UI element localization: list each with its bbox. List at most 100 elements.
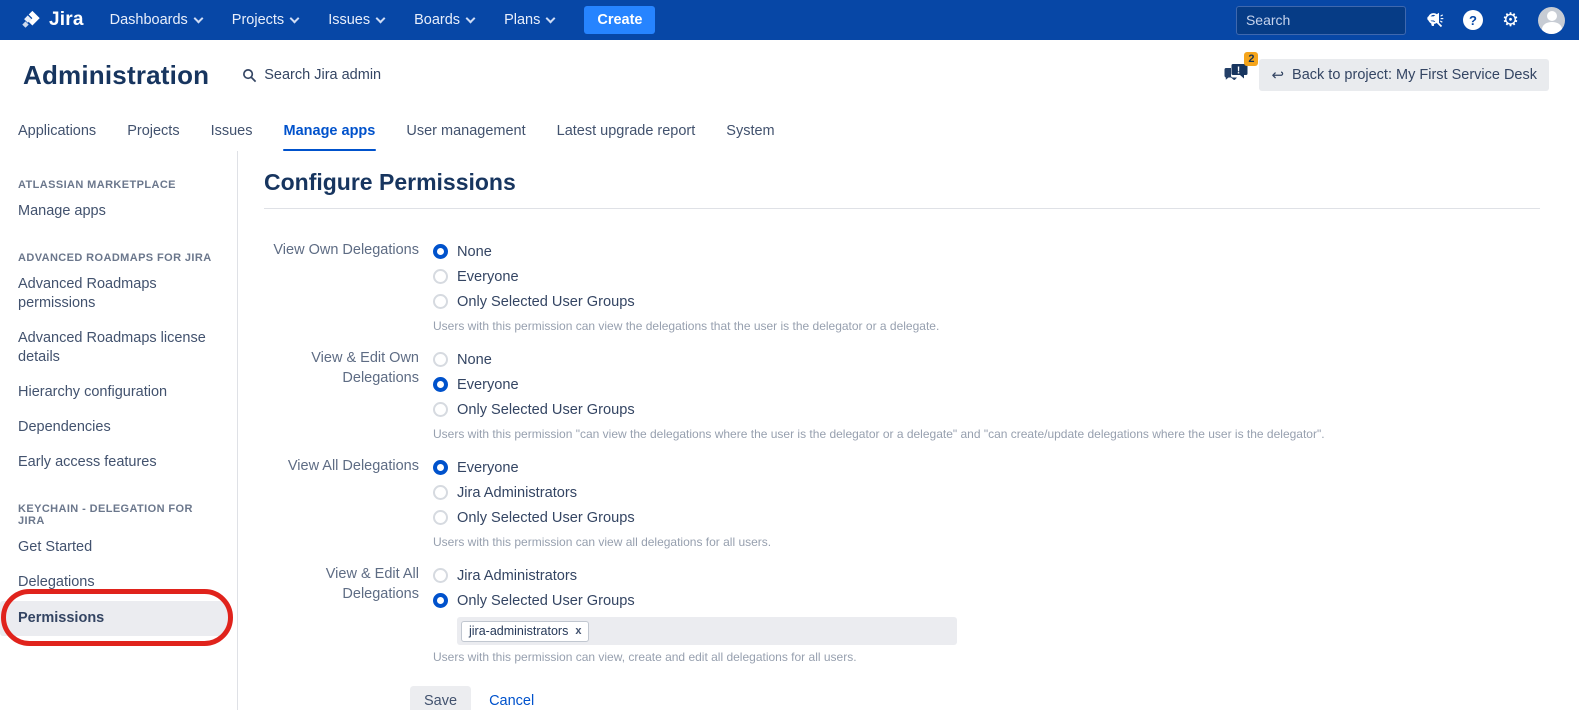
search-input[interactable] xyxy=(1246,12,1427,28)
user-groups-input[interactable]: jira-administrators x xyxy=(457,617,957,645)
radio-option-view-own-delegations-only-selected-user-groups[interactable]: Only Selected User Groups xyxy=(433,289,939,314)
radio-label: Everyone xyxy=(457,377,519,393)
tab-latest-upgrade-report[interactable]: Latest upgrade report xyxy=(556,116,697,151)
radio-option-view-own-delegations-everyone[interactable]: Everyone xyxy=(433,264,939,289)
notifications-icon[interactable]: ! 2 xyxy=(1223,60,1249,90)
nav-item-label: Issues xyxy=(328,12,370,28)
nav-item-label: Boards xyxy=(414,12,460,28)
group-label: View Own Delegations xyxy=(264,239,419,333)
navbar-search[interactable] xyxy=(1236,6,1406,35)
radio-unselected[interactable] xyxy=(433,294,448,309)
radio-label: Jira Administrators xyxy=(457,568,577,584)
help-text: Users with this permission "can view the… xyxy=(433,427,1325,441)
help-icon[interactable]: ? xyxy=(1463,10,1483,30)
radio-unselected[interactable] xyxy=(433,402,448,417)
tab-issues[interactable]: Issues xyxy=(210,116,254,151)
group-options: None Everyone Only Selected User Groups Use… xyxy=(433,347,1325,441)
admin-search[interactable]: Search Jira admin xyxy=(242,67,381,83)
sidebar: ATLASSIAN MARKETPLACE Manage apps ADVANCED… xyxy=(0,151,238,710)
cancel-link[interactable]: Cancel xyxy=(489,693,534,709)
radio-label: Only Selected User Groups xyxy=(457,294,635,310)
radio-label: Everyone xyxy=(457,269,519,285)
nav-menu: Dashboards Projects Issues Boards Plans xyxy=(110,12,555,28)
return-arrow-icon: ↩ xyxy=(1271,66,1284,84)
group-label: View & Edit Own Delegations xyxy=(264,347,419,441)
megaphone-icon[interactable] xyxy=(1425,11,1444,29)
radio-label: Only Selected User Groups xyxy=(457,510,635,526)
nav-item-dashboards[interactable]: Dashboards xyxy=(110,12,202,28)
nav-item-boards[interactable]: Boards xyxy=(414,12,474,28)
tab-user-management[interactable]: User management xyxy=(405,116,526,151)
radio-label: None xyxy=(457,352,492,368)
tab-applications[interactable]: Applications xyxy=(17,116,97,151)
radio-unselected[interactable] xyxy=(433,352,448,367)
radio-label: Only Selected User Groups xyxy=(457,593,635,609)
radio-label: Everyone xyxy=(457,460,519,476)
radio-option-view-all-delegations-only-selected-user-groups[interactable]: Only Selected User Groups xyxy=(433,505,771,530)
avatar[interactable] xyxy=(1538,7,1565,34)
radio-option-view-all-delegations-jira-administrators[interactable]: Jira Administrators xyxy=(433,480,771,505)
radio-option-view-edit-own-delegations-none[interactable]: None xyxy=(433,347,1325,372)
tab-projects[interactable]: Projects xyxy=(126,116,180,151)
group-tag-label: jira-administrators xyxy=(469,624,568,638)
sidebar-item-permissions[interactable]: Permissions xyxy=(0,601,228,636)
radio-option-view-edit-all-delegations-jira-administrators[interactable]: Jira Administrators xyxy=(433,563,957,588)
radio-selected[interactable] xyxy=(433,593,448,608)
sidebar-item-delegations[interactable]: Delegations xyxy=(0,566,237,599)
radio-option-view-all-delegations-everyone[interactable]: Everyone xyxy=(433,455,771,480)
sidebar-item-get-started[interactable]: Get Started xyxy=(0,531,237,564)
radio-option-view-own-delegations-none[interactable]: None xyxy=(433,239,939,264)
create-button[interactable]: Create xyxy=(584,6,655,34)
group-tag-jira-administrators: jira-administrators x xyxy=(461,621,589,642)
sidebar-item-dependencies[interactable]: Dependencies xyxy=(0,411,237,444)
group-label: View All Delegations xyxy=(264,455,419,549)
help-text: Users with this permission can view the … xyxy=(433,319,939,333)
tab-manage-apps[interactable]: Manage apps xyxy=(283,116,377,151)
help-text: Users with this permission can view all … xyxy=(433,535,771,549)
nav-item-plans[interactable]: Plans xyxy=(504,12,554,28)
jira-logo[interactable]: Jira xyxy=(20,9,84,31)
nav-item-projects[interactable]: Projects xyxy=(232,12,298,28)
tab-system[interactable]: System xyxy=(725,116,775,151)
sidebar-item-manage-apps[interactable]: Manage apps xyxy=(0,195,237,228)
sidebar-item-advanced-roadmaps-permissions[interactable]: Advanced Roadmaps permissions xyxy=(0,268,237,320)
configure-permissions-title: Configure Permissions xyxy=(264,169,1540,209)
nav-item-issues[interactable]: Issues xyxy=(328,12,384,28)
back-to-project-label: Back to project: My First Service Desk xyxy=(1292,67,1537,83)
radio-selected[interactable] xyxy=(433,460,448,475)
brand-name: Jira xyxy=(49,9,84,31)
radio-label: None xyxy=(457,244,492,260)
radio-unselected[interactable] xyxy=(433,568,448,583)
radio-option-view-edit-all-delegations-only-selected-user-groups[interactable]: Only Selected User Groups xyxy=(433,588,957,613)
page-title-administration: Administration xyxy=(23,60,209,91)
radio-option-view-edit-own-delegations-everyone[interactable]: Everyone xyxy=(433,372,1325,397)
save-button[interactable]: Save xyxy=(410,686,471,710)
radio-label: Jira Administrators xyxy=(457,485,577,501)
radio-selected[interactable] xyxy=(433,377,448,392)
form-actions: Save Cancel xyxy=(410,686,1540,710)
radio-unselected[interactable] xyxy=(433,485,448,500)
remove-tag-icon[interactable]: x xyxy=(575,625,581,637)
radio-option-view-edit-own-delegations-only-selected-user-groups[interactable]: Only Selected User Groups xyxy=(433,397,1325,422)
gear-icon[interactable]: ⚙ xyxy=(1502,11,1519,30)
chevron-down-icon xyxy=(193,13,203,23)
permissions-form: View Own Delegations None Everyone Only Sel… xyxy=(264,239,1540,664)
top-navbar: Jira Dashboards Projects Issues Boards Plans… xyxy=(0,0,1579,40)
admin-search-icon xyxy=(242,68,257,83)
radio-unselected[interactable] xyxy=(433,510,448,525)
sidebar-item-advanced-roadmaps-license-details[interactable]: Advanced Roadmaps license details xyxy=(0,322,237,374)
radio-selected[interactable] xyxy=(433,244,448,259)
nav-item-label: Dashboards xyxy=(110,12,188,28)
back-to-project-button[interactable]: ↩ Back to project: My First Service Desk xyxy=(1259,59,1549,91)
chevron-down-icon xyxy=(290,13,300,23)
sidebar-item-early-access-features[interactable]: Early access features xyxy=(0,446,237,479)
sidebar-item-hierarchy-configuration[interactable]: Hierarchy configuration xyxy=(0,376,237,409)
permission-group-view-own-delegations: View Own Delegations None Everyone Only Sel… xyxy=(264,239,1540,333)
sidebar-heading-advanced-roadmaps-for-jira: ADVANCED ROADMAPS FOR JIRA xyxy=(18,252,219,264)
admin-search-label: Search Jira admin xyxy=(264,67,381,83)
sidebar-heading-atlassian-marketplace: ATLASSIAN MARKETPLACE xyxy=(18,179,219,191)
jira-logo-icon xyxy=(20,9,42,31)
admin-tabbar: Applications Projects Issues Manage apps Use… xyxy=(0,110,1579,151)
radio-unselected[interactable] xyxy=(433,269,448,284)
permission-group-view-edit-all-delegations: View & Edit All DelegationsJira Administ… xyxy=(264,563,1540,664)
